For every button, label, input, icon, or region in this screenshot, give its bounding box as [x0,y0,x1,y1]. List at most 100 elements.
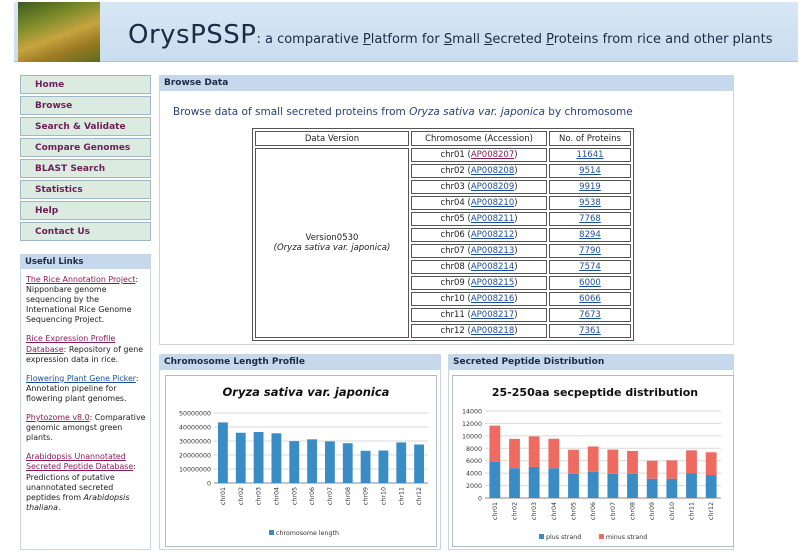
protein-count-cell: 9538 [549,196,631,210]
nav-statistics[interactable]: Statistics [20,180,151,199]
chromosome-length-panel: Chromosome Length Profile Oryza sativa v… [159,354,441,550]
bar-plus-strand [705,475,717,498]
bar-plus-strand [548,468,560,498]
x-tick-label: chr03 [256,487,263,505]
protein-count-link[interactable]: 6066 [579,294,601,304]
protein-count-cell: 8294 [549,228,631,242]
bar-chromosome-length [360,450,371,483]
accession-link[interactable]: AP008208 [471,166,514,176]
browse-intro-text: Browse data of small secreted proteins f… [173,106,633,118]
protein-count-cell: 9919 [549,180,631,194]
y-tick-label: 10000 [462,433,482,440]
legend-label: plus strand [546,534,581,541]
peptide-distribution-panel: Secreted Peptide Distribution 25-250aa s… [448,354,734,550]
version-label: Version0530 [305,233,359,243]
bar-minus-strand [627,450,638,474]
protein-count-link[interactable]: 8294 [579,230,601,240]
y-tick-label: 0 [207,481,211,488]
nav-compare-genomes[interactable]: Compare Genomes [20,138,151,157]
link-arabidopsis-secreted-peptide-db[interactable]: Arabidopsis Unannotated Secreted Peptide… [26,452,133,471]
link-rice-annotation-project[interactable]: The Rice Annotation Project [26,275,135,284]
x-tick-label: chr12 [416,487,423,505]
x-tick-label: chr03 [531,502,538,520]
accession-link[interactable]: AP008209 [471,182,514,192]
nav-browse[interactable]: Browse [20,96,151,115]
y-tick-label: 12000 [462,421,482,428]
sidebar-nav: Home Browse Search & Validate Compare Ge… [20,75,151,243]
nav-help[interactable]: Help [20,201,151,220]
accession-link[interactable]: AP008210 [471,198,514,208]
nav-home[interactable]: Home [20,75,151,94]
nav-search-validate[interactable]: Search & Validate [20,117,151,136]
bar-plus-strand [627,473,638,498]
accession-link[interactable]: AP008207 [471,150,514,160]
link-phytozome[interactable]: Phytozome v8.0 [26,413,90,422]
chromosome-name: chr03 [440,182,465,192]
chromosome-name: chr04 [440,198,465,208]
protein-count-link[interactable]: 7574 [579,262,601,272]
x-tick-label: chr02 [512,502,519,520]
nav-contact-us[interactable]: Contact Us [20,222,151,241]
chromosome-cell: chr07 (AP008213) [411,244,547,258]
site-name: OrysPSSP [128,20,257,50]
chromosome-name: chr06 [440,230,465,240]
chromosome-cell: chr11 (AP008217) [411,308,547,322]
x-tick-label: chr08 [630,502,637,520]
y-tick-label: 30000000 [179,439,211,446]
legend-label: chromosome length [276,530,339,537]
site-tagline: : a comparative Platform for Small Secre… [256,32,773,47]
protein-count-link[interactable]: 9538 [579,198,601,208]
y-tick-label: 10000000 [179,467,211,474]
nav-blast-search[interactable]: BLAST Search [20,159,151,178]
accession-link[interactable]: AP008218 [471,326,514,336]
accession-link[interactable]: AP008216 [471,294,514,304]
bar-chromosome-length [378,450,389,483]
useful-links-panel: Useful Links The Rice Annotation Project… [20,254,151,550]
protein-count-link[interactable]: 9514 [579,166,601,176]
bar-minus-strand [705,452,717,476]
y-tick-label: 14000 [462,409,482,416]
chromosome-cell: chr06 (AP008212) [411,228,547,242]
protein-count-link[interactable]: 9919 [579,182,601,192]
accession-link[interactable]: AP008213 [471,246,514,256]
protein-count-cell: 6000 [549,276,631,290]
bar-plus-strand [666,478,678,498]
legend-swatch [539,534,544,539]
site-header: OrysPSSP: a comparative Platform for Sma… [14,2,798,62]
accession-link[interactable]: AP008212 [471,230,514,240]
x-tick-label: chr10 [669,502,676,520]
chromosome-name: chr11 [440,310,465,320]
protein-count-link[interactable]: 6000 [579,278,601,288]
protein-count-cell: 7790 [549,244,631,258]
chromosome-name: chr08 [440,262,465,272]
bar-plus-strand [646,478,658,498]
bar-minus-strand [509,438,520,469]
bar-chromosome-length [235,432,246,483]
accession-link[interactable]: AP008215 [471,278,514,288]
accession-link[interactable]: AP008217 [471,310,514,320]
bar-minus-strand [489,425,501,462]
link-entry: Flowering Plant Gene Picker: Annotation … [26,374,146,404]
chromosome-name: chr12 [440,326,465,336]
x-tick-label: chr04 [551,502,558,520]
link-flowering-plant-gene-picker[interactable]: Flowering Plant Gene Picker [26,374,136,383]
chromosome-name: chr02 [440,166,465,176]
table-row: Version0530 (Oryza sativa var. japonica) c… [255,148,631,338]
protein-count-link[interactable]: 7768 [579,214,601,224]
protein-count-link[interactable]: 11641 [576,150,603,160]
protein-count-link[interactable]: 7673 [579,310,601,320]
data-version-cell: Version0530 (Oryza sativa var. japonica) [255,148,409,338]
y-tick-label: 6000 [466,458,482,465]
link-entry: Arabidopsis Unannotated Secreted Peptide… [26,452,136,512]
accession-link[interactable]: AP008214 [471,262,514,272]
x-tick-label: chr01 [220,487,227,505]
x-tick-label: chr08 [345,487,352,505]
useful-links-list: The Rice Annotation Project: Nipponbare … [21,269,150,513]
bar-plus-strand [686,473,697,498]
accession-link[interactable]: AP008211 [471,214,514,224]
bar-plus-strand [568,473,579,498]
protein-count-link[interactable]: 7361 [579,326,601,336]
chart-title: Oryza sativa var. japonica [223,385,390,399]
chromosome-cell: chr09 (AP008215) [411,276,547,290]
protein-count-link[interactable]: 7790 [579,246,601,256]
